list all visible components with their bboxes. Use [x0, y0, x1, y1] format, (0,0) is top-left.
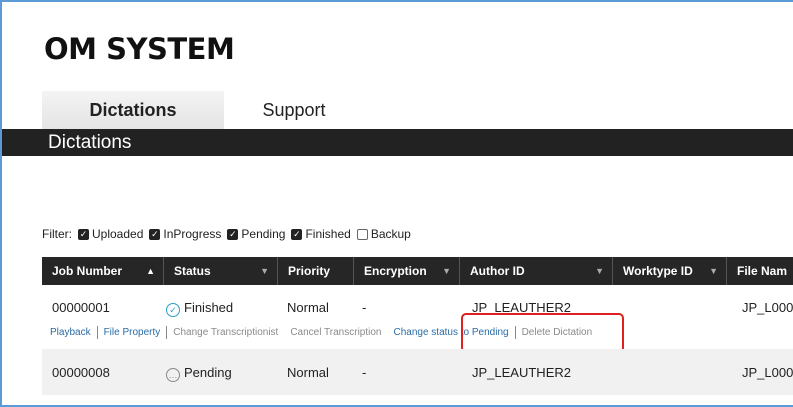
cell-job-number: 00000008: [52, 365, 110, 380]
tab-dictations[interactable]: Dictations: [42, 91, 224, 129]
page-title-bar: Dictations: [2, 129, 793, 156]
playback-link[interactable]: Playback: [50, 327, 91, 338]
cell-priority: Normal: [287, 365, 329, 380]
highlight-box: [461, 313, 624, 353]
divider: [166, 326, 168, 339]
sort-up-icon: ▲: [146, 266, 155, 276]
cell-job-number: 00000001: [52, 300, 110, 315]
filter-label: Filter:: [42, 227, 72, 241]
check-circle-icon: ✓: [166, 303, 180, 317]
col-status[interactable]: Status ▼: [164, 257, 278, 285]
table-row[interactable]: [42, 349, 793, 395]
cell-encryption: -: [362, 300, 367, 315]
cell-status: ✓ Finished: [166, 300, 233, 317]
cell-priority: Normal: [287, 300, 329, 315]
file-property-link[interactable]: File Property: [104, 327, 161, 338]
cell-file-name: JP_L000: [742, 300, 793, 315]
checkbox-unchecked-icon[interactable]: [356, 228, 368, 240]
col-priority[interactable]: Priority: [278, 257, 354, 285]
column-label: Author ID: [470, 264, 525, 278]
status-text: Finished: [184, 300, 234, 315]
table-header: Job Number ▲ Status ▼ Priority Encryption ▼…: [42, 257, 793, 285]
cell-author-id: JP_LEAUTHER2: [472, 365, 571, 380]
filter-option-label: Backup: [370, 227, 411, 241]
filter-backup[interactable]: Backup: [356, 227, 411, 241]
cell-encryption: -: [362, 365, 367, 380]
status-text: Pending: [184, 365, 232, 380]
brand-logo: OM SYSTEM: [44, 32, 235, 66]
dropdown-caret-icon: ▼: [260, 266, 269, 276]
checkbox-checked-icon[interactable]: ✓: [227, 228, 239, 240]
filter-uploaded[interactable]: ✓ Uploaded: [78, 227, 143, 241]
main-tabs: Dictations Support: [42, 91, 364, 129]
column-label: Status: [174, 264, 211, 278]
column-label: File Nam: [737, 264, 788, 278]
dropdown-caret-icon: ▼: [595, 266, 604, 276]
app-frame: OM SYSTEM Dictations Support Dictations …: [0, 0, 793, 407]
tab-support[interactable]: Support: [224, 91, 364, 129]
checkbox-checked-icon[interactable]: ✓: [291, 228, 303, 240]
cell-status: … Pending: [166, 365, 232, 382]
filter-pending[interactable]: ✓ Pending: [227, 227, 285, 241]
col-worktype-id[interactable]: Worktype ID ▼: [613, 257, 727, 285]
filter-option-label: Uploaded: [92, 227, 144, 241]
filter-finished[interactable]: ✓ Finished: [291, 227, 351, 241]
column-label: Job Number: [52, 264, 123, 278]
col-author-id[interactable]: Author ID ▼: [460, 257, 613, 285]
cell-file-name: JP_L000: [742, 365, 793, 380]
page-title: Dictations: [48, 132, 132, 153]
filter-bar: Filter: ✓ Uploaded ✓ InProgress ✓ Pending ✓…: [42, 227, 411, 241]
checkbox-checked-icon[interactable]: ✓: [78, 228, 89, 240]
column-label: Priority: [288, 264, 331, 278]
dropdown-caret-icon: ▼: [442, 266, 451, 276]
checkbox-checked-icon[interactable]: ✓: [149, 228, 161, 240]
filter-option-label: Pending: [241, 227, 286, 241]
filter-option-label: InProgress: [163, 227, 222, 241]
cancel-transcription-link[interactable]: Cancel Transcription: [290, 327, 381, 338]
ellipsis-circle-icon: …: [166, 368, 180, 382]
column-label: Encryption: [364, 264, 427, 278]
col-encryption[interactable]: Encryption ▼: [354, 257, 460, 285]
filter-option-label: Finished: [305, 227, 351, 241]
divider: [96, 326, 98, 339]
column-label: Worktype ID: [623, 264, 693, 278]
change-transcriptionist-link[interactable]: Change Transcriptionist: [173, 327, 278, 338]
col-file-name[interactable]: File Nam: [727, 257, 793, 285]
filter-inprogress[interactable]: ✓ InProgress: [149, 227, 221, 241]
dropdown-caret-icon: ▼: [709, 266, 718, 276]
col-job-number[interactable]: Job Number ▲: [42, 257, 164, 285]
